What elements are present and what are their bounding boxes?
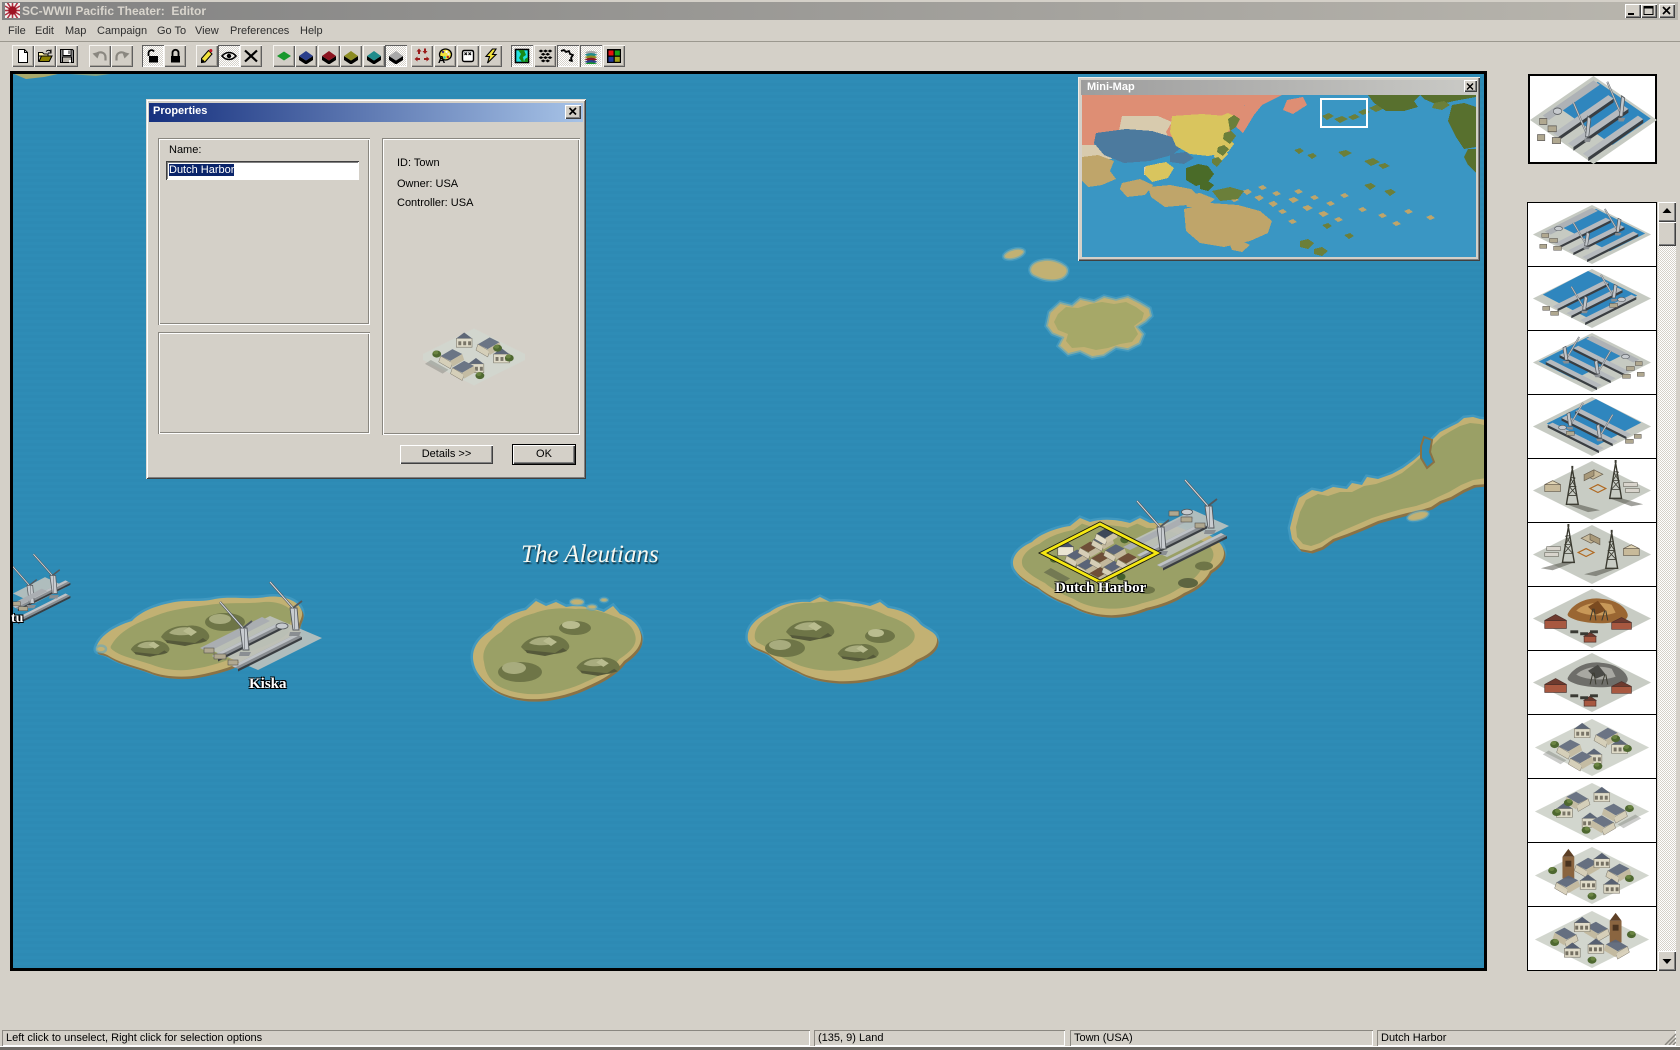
svg-text:A: A: [438, 55, 445, 64]
